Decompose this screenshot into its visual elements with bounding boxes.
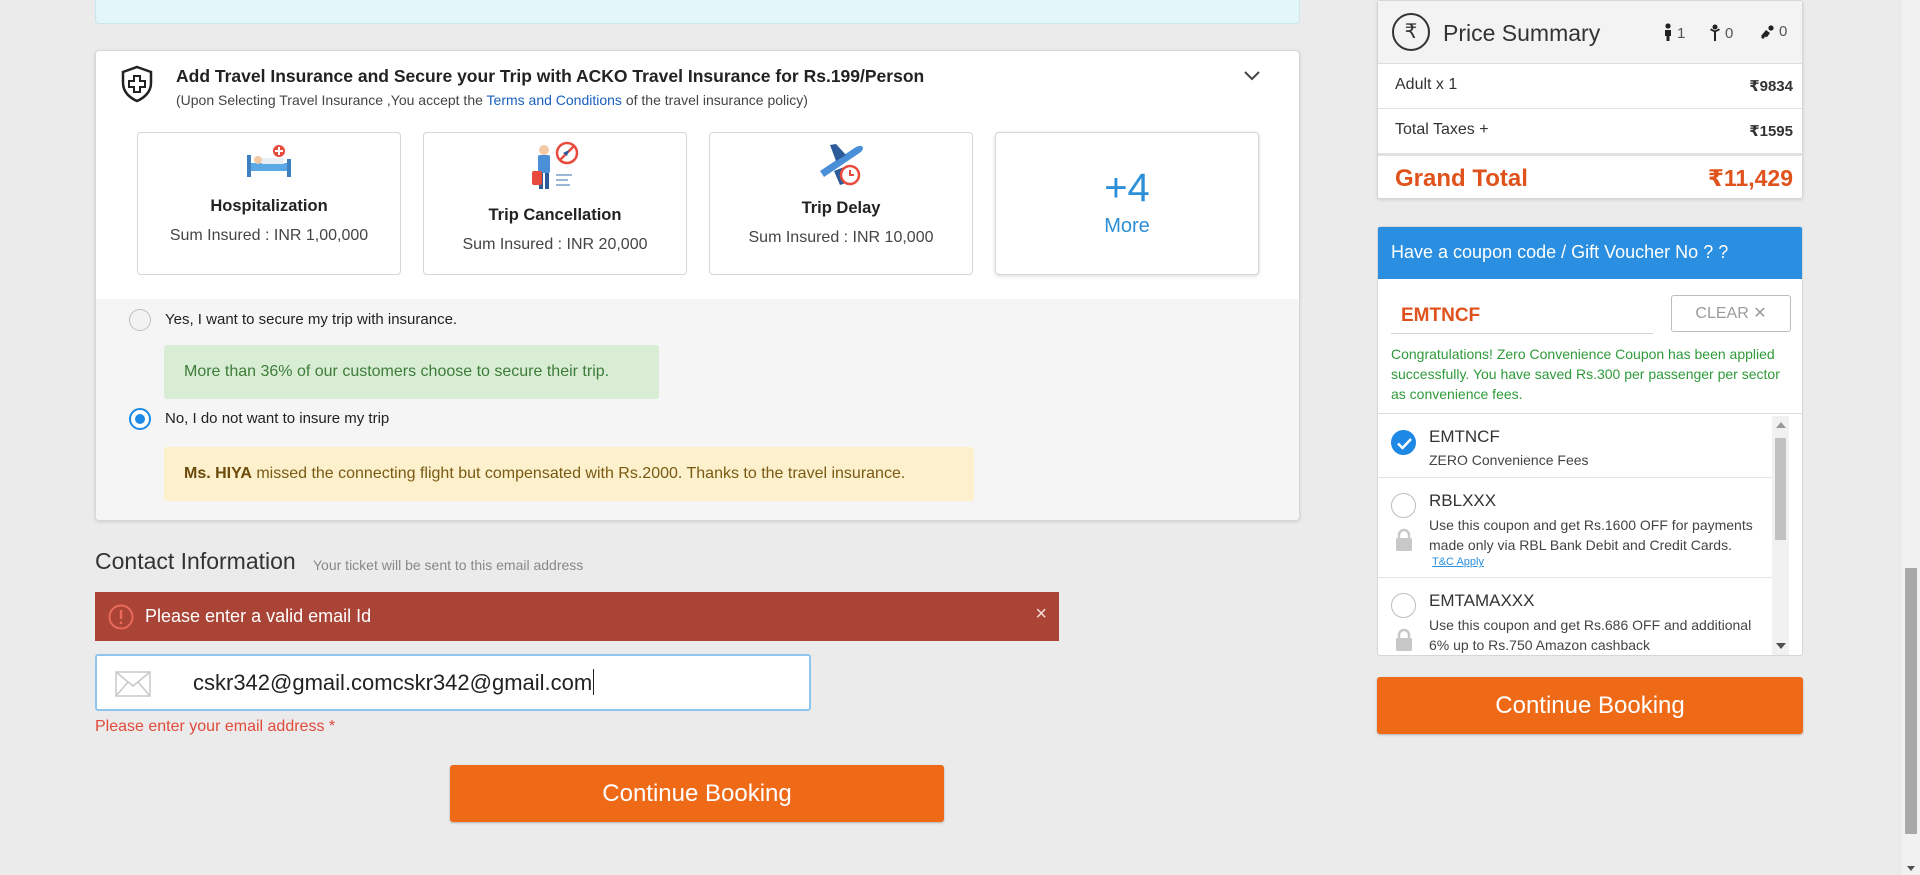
benefit-sum: Sum Insured : INR 20,000 xyxy=(462,236,648,253)
adult-count: 1 xyxy=(1663,23,1685,42)
infant-icon xyxy=(1761,25,1774,39)
coupon-item-emtncf[interactable]: EMTNCF ZERO Convenience Fees xyxy=(1378,414,1780,478)
infant-count: 0 xyxy=(1759,23,1787,40)
check-icon xyxy=(1397,438,1412,450)
coupon-code: EMTAMAXXX xyxy=(1429,591,1535,610)
coupon-success-message: Congratulations! Zero Convenience Coupon… xyxy=(1391,346,1780,402)
chevron-down-icon[interactable] xyxy=(1243,67,1261,85)
scrollbar-thumb[interactable] xyxy=(1775,438,1786,540)
benefit-trip-cancellation: Trip Cancellation Sum Insured : INR 20,0… xyxy=(423,132,687,275)
price-row-adult: Adult x 1 ₹9834 xyxy=(1378,64,1802,109)
travel-insurance-card: Add Travel Insurance and Secure your Tri… xyxy=(95,50,1300,521)
benefit-title: Trip Cancellation xyxy=(488,206,622,224)
coupon-code-input[interactable]: EMTNCF xyxy=(1391,298,1653,334)
child-count: 0 xyxy=(1709,23,1733,42)
coupon-code: EMTNCF xyxy=(1429,427,1500,446)
text-caret xyxy=(593,669,595,695)
coupon-item-emtamaxxx[interactable]: EMTAMAXXX Use this coupon and get Rs.686… xyxy=(1378,578,1780,655)
insurance-yes-radio[interactable] xyxy=(129,309,151,331)
mail-icon xyxy=(115,671,151,697)
scroll-down-arrow[interactable] xyxy=(1907,866,1915,871)
coupon-header: Have a coupon code / Gift Voucher No ? ? xyxy=(1378,227,1802,279)
price-summary-title: Price Summary xyxy=(1443,20,1601,46)
insurance-yes-label[interactable]: Yes, I want to secure my trip with insur… xyxy=(165,311,457,328)
coupon-desc: Use this coupon and get Rs.1600 OFF for … xyxy=(1429,517,1753,553)
adult-icon xyxy=(1665,23,1671,41)
contact-title: Contact Information xyxy=(95,548,296,574)
email-error-text: Please enter your email address * xyxy=(95,718,336,735)
email-value[interactable]: cskr342@gmail.comcskr342@gmail.com xyxy=(193,669,595,696)
price-row-taxes[interactable]: Total Taxes + ₹1595 xyxy=(1378,109,1802,154)
insurance-subtitle: (Upon Selecting Travel Insurance ,You ac… xyxy=(176,92,808,108)
trip-cancellation-icon xyxy=(532,141,579,189)
shield-plus-icon xyxy=(121,65,153,103)
coupon-list-scrollbar[interactable] xyxy=(1772,416,1789,655)
close-icon: ✕ xyxy=(1753,305,1767,322)
lock-icon xyxy=(1396,628,1412,651)
coupon-radio[interactable] xyxy=(1391,430,1416,455)
page-scrollbar[interactable] xyxy=(1902,0,1920,875)
child-icon xyxy=(1710,24,1720,41)
grand-total-row: Grand Total ₹11,429 xyxy=(1378,154,1802,199)
more-count: +4 xyxy=(1104,166,1150,210)
lock-icon xyxy=(1396,528,1412,551)
tc-apply-link[interactable]: T&C Apply xyxy=(1432,556,1484,568)
more-label: More xyxy=(1104,215,1150,237)
terms-link[interactable]: Terms and Conditions xyxy=(487,92,622,108)
coupon-list: EMTNCF ZERO Convenience Fees RBLXXX Use … xyxy=(1378,414,1780,655)
insurance-no-radio[interactable] xyxy=(129,408,151,430)
benefit-sum: Sum Insured : INR 1,00,000 xyxy=(169,227,369,244)
close-icon[interactable]: × xyxy=(1035,603,1047,626)
benefit-title: Hospitalization xyxy=(210,197,328,215)
insurance-no-label[interactable]: No, I do not want to insure my trip xyxy=(165,410,389,427)
continue-booking-button[interactable]: Continue Booking xyxy=(450,765,944,822)
coupon-code: RBLXXX xyxy=(1429,491,1497,510)
coupon-radio[interactable] xyxy=(1391,493,1416,518)
coupon-desc: ZERO Convenience Fees xyxy=(1429,452,1589,468)
flight-delay-icon xyxy=(820,144,863,186)
hospital-bed-icon xyxy=(247,145,291,177)
info-strip xyxy=(95,0,1300,24)
email-error-banner: Please enter a valid email Id × xyxy=(95,592,1059,641)
grand-total-label: Grand Total xyxy=(1395,165,1528,192)
contact-subtitle: Your ticket will be sent to this email a… xyxy=(313,557,584,573)
more-benefits-button[interactable]: +4 More xyxy=(995,132,1259,275)
alert-icon xyxy=(108,604,134,630)
benefit-sum: Sum Insured : INR 10,000 xyxy=(748,229,934,246)
page-scrollbar-thumb[interactable] xyxy=(1905,568,1917,834)
scroll-down-arrow[interactable] xyxy=(1776,643,1786,649)
email-field[interactable]: cskr342@gmail.comcskr342@gmail.com xyxy=(95,654,811,711)
insurance-title: Add Travel Insurance and Secure your Tri… xyxy=(176,66,925,86)
insurance-yes-note: More than 36% of our customers choose to… xyxy=(164,345,659,399)
coupon-item-rblxxx[interactable]: RBLXXX Use this coupon and get Rs.1600 O… xyxy=(1378,478,1780,578)
benefit-trip-delay: Trip Delay Sum Insured : INR 10,000 xyxy=(709,132,973,275)
benefit-hospitalization: Hospitalization Sum Insured : INR 1,00,0… xyxy=(137,132,401,275)
coupon-desc: Use this coupon and get Rs.686 OFF and a… xyxy=(1429,617,1752,653)
coupon-card: Have a coupon code / Gift Voucher No ? ?… xyxy=(1377,226,1803,656)
clear-coupon-button[interactable]: CLEAR ✕ xyxy=(1671,295,1791,332)
rupee-icon: ₹ xyxy=(1392,13,1430,51)
insurance-no-note: Ms. HIYA missed the connecting flight bu… xyxy=(164,447,974,501)
grand-total-value: ₹11,429 xyxy=(1707,165,1793,191)
scroll-up-arrow[interactable] xyxy=(1776,422,1786,428)
price-summary-header: ₹ Price Summary 1 0 0 xyxy=(1378,1,1802,64)
price-summary-card: ₹ Price Summary 1 0 0 Adult x 1 ₹9834 To… xyxy=(1377,0,1803,199)
error-message: Please enter a valid email Id xyxy=(145,606,372,626)
continue-booking-button-sidebar[interactable]: Continue Booking xyxy=(1377,677,1803,734)
coupon-radio[interactable] xyxy=(1391,593,1416,618)
benefit-title: Trip Delay xyxy=(801,199,881,217)
insurance-options: Yes, I want to secure my trip with insur… xyxy=(96,299,1299,520)
